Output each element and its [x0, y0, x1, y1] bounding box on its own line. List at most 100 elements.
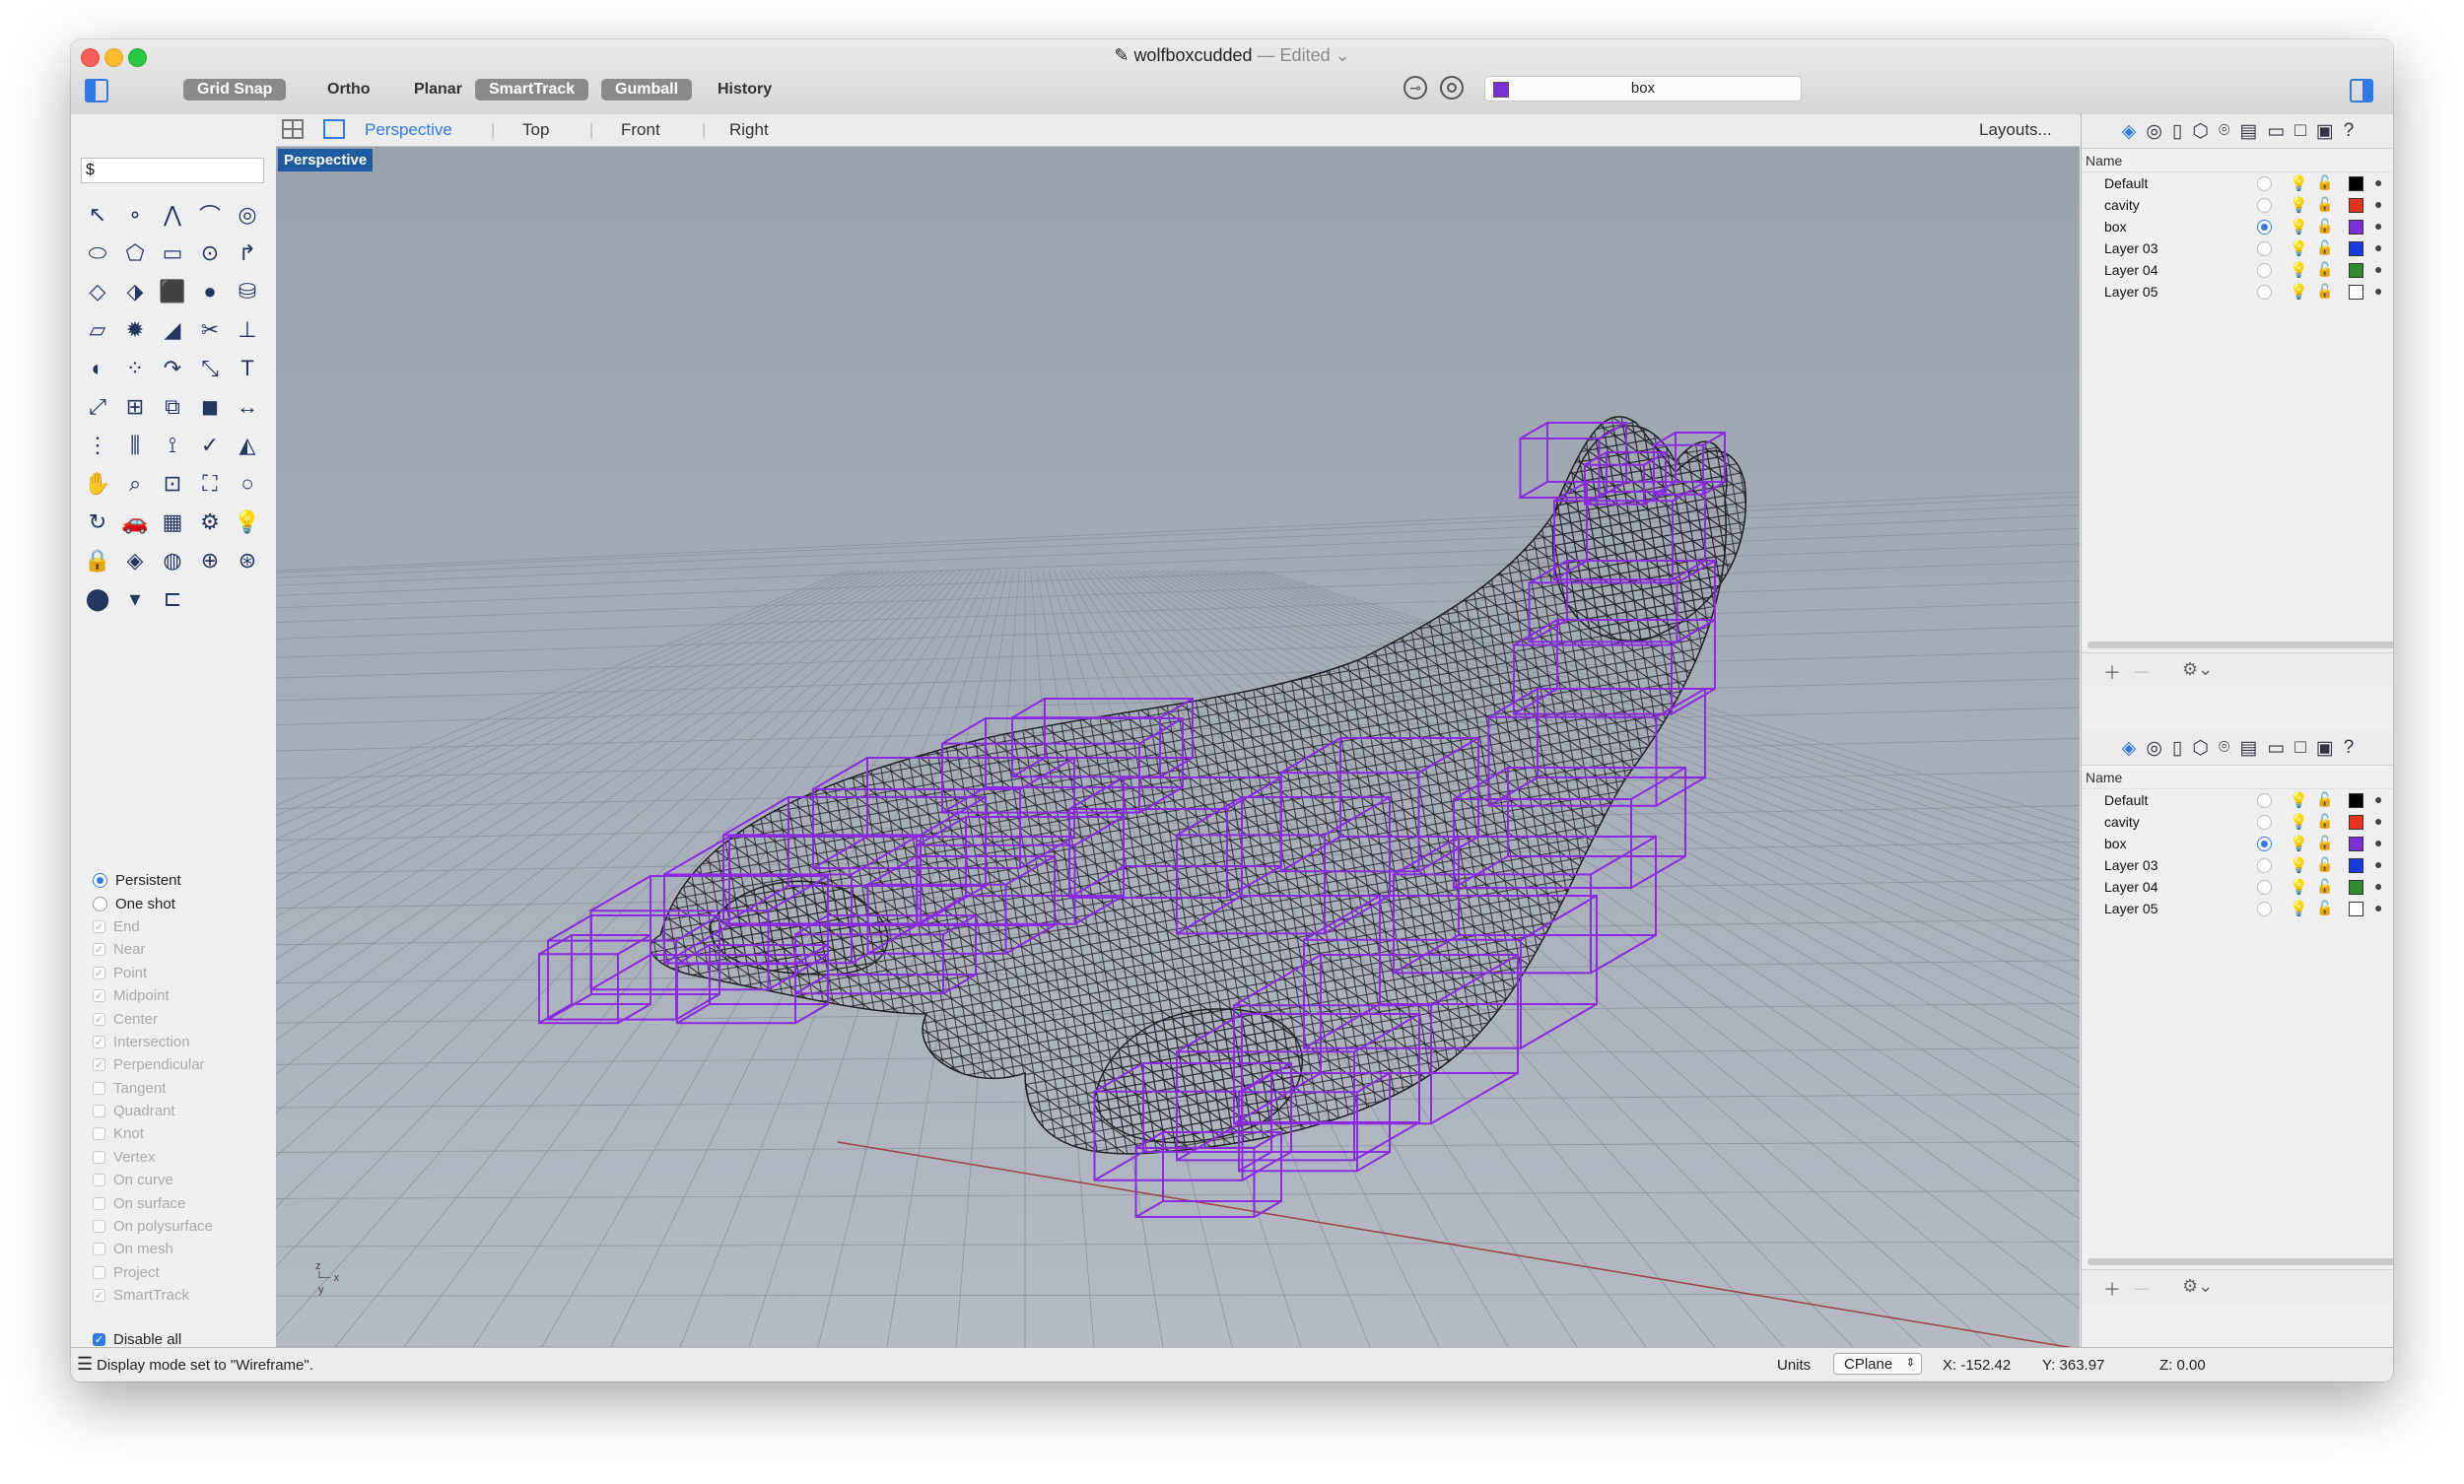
current-layer-select[interactable]: box	[1484, 76, 1802, 101]
light-bulb-icon[interactable]: 💡	[229, 503, 266, 541]
point-icon[interactable]: ∘	[116, 195, 154, 234]
remove-layer-button[interactable]: －	[2133, 659, 2151, 683]
single-view-layout-icon[interactable]	[323, 119, 345, 139]
cplane-select[interactable]: CPlane ⇕	[1833, 1353, 1922, 1375]
layer-material-icon[interactable]: ●	[2374, 791, 2382, 807]
osnap-item[interactable]: Project	[93, 1261, 270, 1284]
layer-visibility-bulb-icon[interactable]: 💡	[2290, 878, 2308, 896]
command-input[interactable]	[81, 158, 264, 183]
layer-row[interactable]: Default💡🔓●Conti...	[2082, 790, 2393, 812]
tab-perspective[interactable]: Perspective	[365, 120, 452, 140]
name-column-header[interactable]: Name	[2086, 770, 2122, 785]
polyline-icon[interactable]: ⋀	[154, 195, 191, 234]
display-icon[interactable]: □	[2294, 120, 2305, 142]
osnap-item[interactable]: Vertex	[93, 1146, 270, 1169]
render-cone-icon[interactable]: ▾	[116, 579, 154, 618]
add-layer-button[interactable]: ＋	[2103, 1276, 2121, 1300]
explode-icon[interactable]: ✹	[116, 310, 154, 349]
plane-icon[interactable]: ▱	[79, 310, 116, 349]
layer-lock-icon[interactable]: 🔓	[2316, 835, 2333, 851]
object-properties-icon[interactable]: ⚙	[191, 503, 229, 541]
materials-icon[interactable]: ◎	[2146, 120, 2162, 143]
add-layer-button[interactable]: ＋	[2103, 659, 2121, 683]
osnap-persistent[interactable]: Persistent	[93, 869, 270, 892]
toggle-left-sidebar-icon[interactable]	[85, 79, 108, 102]
osnap-checkbox[interactable]: ✓	[93, 1035, 105, 1048]
bend-icon[interactable]: ⟟	[154, 426, 191, 464]
layer-visibility-bulb-icon[interactable]: 💡	[2290, 900, 2308, 917]
disable-all-checkbox[interactable]: ✓	[93, 1332, 105, 1346]
layer-lock-icon[interactable]: 🔓	[2316, 218, 2333, 235]
layer-name[interactable]: Layer 04	[2104, 879, 2157, 895]
box-icon[interactable]: ⬛	[154, 272, 191, 310]
layer-current-radio[interactable]	[2257, 793, 2272, 808]
layer-material-icon[interactable]: ●	[2374, 900, 2382, 915]
notes-icon[interactable]: ▭	[2267, 120, 2285, 143]
osnap-checkbox[interactable]	[93, 1081, 105, 1095]
layer-visibility-bulb-icon[interactable]: 💡	[2290, 856, 2308, 874]
text-icon[interactable]: T	[229, 349, 266, 387]
layer-options-gear-icon[interactable]: ⚙⌄	[2182, 659, 2213, 679]
layer-row[interactable]: Layer 04💡🔓●Conti...	[2082, 260, 2393, 282]
object-properties-icon[interactable]: ⬡	[2192, 737, 2209, 760]
layer-current-radio[interactable]	[2257, 285, 2272, 300]
layer-row[interactable]: Layer 03💡🔓●Conti...	[2082, 238, 2393, 260]
layer-material-icon[interactable]: ●	[2374, 218, 2382, 234]
osnap-item[interactable]: ✓ SmartTrack	[93, 1284, 270, 1307]
materials-icon[interactable]: ◎	[2146, 737, 2162, 760]
layer-row[interactable]: box💡🔓●Conti...	[2082, 834, 2393, 855]
zoom-extents-icon[interactable]: ⛶	[191, 464, 229, 503]
viewport-display-icon[interactable]: ▣	[2316, 737, 2334, 760]
array-icon[interactable]: ⋮	[79, 426, 116, 464]
layer-row[interactable]: Default💡🔓●Conti...	[2082, 173, 2393, 195]
fillet-edge-icon[interactable]: ↷	[154, 349, 191, 387]
osnap-item[interactable]: Quadrant	[93, 1100, 270, 1122]
layer-current-radio[interactable]	[2257, 263, 2272, 278]
osnap-item[interactable]: Knot	[93, 1122, 270, 1145]
layer-material-icon[interactable]: ●	[2374, 835, 2382, 850]
osnap-checkbox[interactable]	[93, 1105, 105, 1118]
layer-row[interactable]: Layer 05💡🔓●Conti...	[2082, 899, 2393, 920]
camera-icon[interactable]: ⌾	[2219, 120, 2229, 142]
layer-color-swatch[interactable]	[2349, 858, 2363, 873]
layer-row[interactable]: Layer 04💡🔓●Conti...	[2082, 877, 2393, 899]
help-icon[interactable]: ?	[2344, 120, 2355, 142]
layer-name[interactable]: Layer 03	[2104, 857, 2157, 873]
persistent-radio[interactable]	[93, 873, 107, 889]
smarttrack-button[interactable]: SmartTrack	[475, 79, 589, 101]
layer-visibility-bulb-icon[interactable]: 💡	[2290, 218, 2308, 236]
group-icon[interactable]: ⁘	[116, 349, 154, 387]
analyze-icon[interactable]: ◭	[229, 426, 266, 464]
layer-material-icon[interactable]: ●	[2374, 239, 2382, 255]
layer-name[interactable]: box	[2104, 219, 2127, 235]
osnap-one-shot[interactable]: One shot	[93, 892, 270, 914]
osnap-checkbox[interactable]	[93, 1127, 105, 1141]
split-edge-icon[interactable]: ⊥	[229, 310, 266, 349]
rectangle-icon[interactable]: ▭	[154, 234, 191, 272]
layer-name[interactable]: Default	[2104, 175, 2148, 191]
grid-plane-icon[interactable]: ▦	[154, 503, 191, 541]
osnap-checkbox[interactable]: ✓	[93, 966, 105, 979]
layer-material-icon[interactable]: ●	[2374, 261, 2382, 277]
remove-layer-button[interactable]: －	[2133, 1276, 2151, 1300]
layer-name[interactable]: Layer 05	[2104, 284, 2157, 300]
document-properties-icon[interactable]: ▯	[2172, 737, 2182, 760]
car-icon[interactable]: 🚗	[116, 503, 154, 541]
layer-lock-icon[interactable]: 🔓	[2316, 196, 2333, 213]
osnap-checkbox[interactable]	[93, 1196, 105, 1210]
help-icon[interactable]: ?	[2344, 737, 2355, 759]
offset-curve-icon[interactable]: ↱	[229, 234, 266, 272]
layer-row[interactable]: Layer 05💡🔓●Conti...	[2082, 282, 2393, 304]
layer-row[interactable]: box💡🔓●Conti...	[2082, 217, 2393, 238]
layer-color-swatch[interactable]	[2349, 902, 2363, 916]
osnap-item[interactable]: On polysurface	[93, 1215, 270, 1238]
osnap-item[interactable]: On mesh	[93, 1238, 270, 1260]
layer-color-swatch[interactable]	[2349, 285, 2363, 300]
layer-visibility-bulb-icon[interactable]: 💡	[2290, 261, 2308, 279]
curve-cv-icon[interactable]: ⌒	[191, 195, 229, 234]
layer-material-icon[interactable]: ●	[2374, 856, 2382, 872]
solid-tools-icon[interactable]: ◼	[191, 387, 229, 426]
extrude-curve-icon[interactable]: ⬗	[116, 272, 154, 310]
dimension-icon[interactable]: ↔	[229, 387, 266, 426]
layer-visibility-bulb-icon[interactable]: 💡	[2290, 196, 2308, 214]
